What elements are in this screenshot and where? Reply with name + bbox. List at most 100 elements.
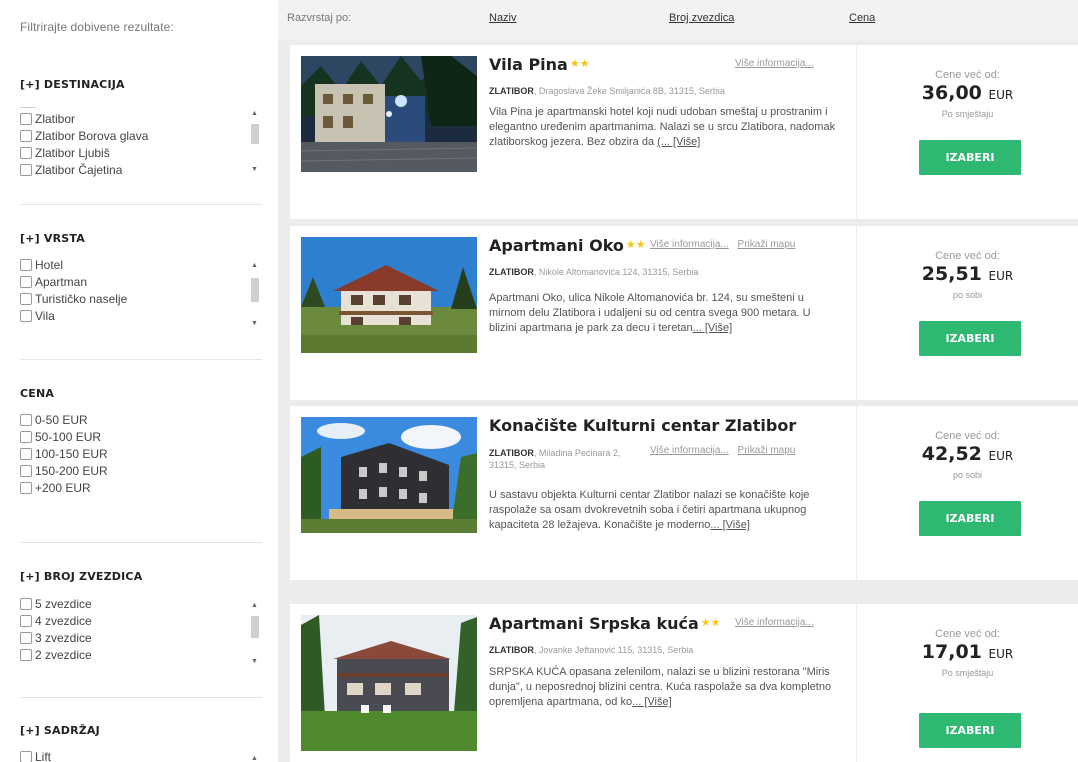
price-unit: Po smještaju bbox=[941, 109, 994, 119]
more-link[interactable]: (... [Više] bbox=[657, 136, 700, 148]
hotel-links: Više informacija... Prikaži mapu bbox=[650, 239, 795, 250]
filter-option[interactable]: 3 zvezdice bbox=[20, 629, 248, 646]
sort-by-stars-link[interactable]: Broj zvezdica bbox=[669, 12, 734, 24]
price-column: Cene već od: 17,01 EUR Po smještaju IZAB… bbox=[856, 604, 1078, 762]
more-info-link[interactable]: Više informacija... bbox=[735, 617, 814, 628]
more-link[interactable]: ... [Više] bbox=[693, 322, 733, 334]
price-column: Cene već od: 36,00 EUR Po smještaju IZAB… bbox=[856, 45, 1078, 219]
price-value: 17,01 EUR bbox=[921, 641, 1014, 663]
checkbox[interactable] bbox=[20, 275, 32, 288]
more-info-link[interactable]: Više informacija... bbox=[735, 58, 814, 69]
price-value: 42,52 EUR bbox=[921, 443, 1014, 465]
filter-heading-cena: CENA bbox=[20, 387, 55, 400]
sort-label: Razvrstaj po: bbox=[287, 12, 352, 24]
scroll-thumb[interactable] bbox=[251, 278, 259, 302]
scroll-up-icon[interactable]: ▲ bbox=[251, 262, 258, 270]
filter-option[interactable]: Zlatibor bbox=[20, 110, 248, 127]
hotel-name[interactable]: Vila Pina ★★ bbox=[489, 55, 590, 74]
filter-list-destinacija: Zlatibor Zlatibor Borova glava Zlatibor … bbox=[20, 102, 248, 178]
hotel-address: ZLATIBOR, Miladina Pećinara 2, 31315, Se… bbox=[489, 448, 621, 470]
more-info-link[interactable]: Više informacija... bbox=[650, 445, 729, 456]
checkbox[interactable] bbox=[20, 112, 32, 125]
hotel-name[interactable]: Apartmani Srpska kuća ★★ bbox=[489, 614, 721, 633]
checkbox[interactable] bbox=[20, 129, 32, 142]
checkbox[interactable] bbox=[20, 258, 32, 271]
scroll-up-icon[interactable]: ▲ bbox=[251, 755, 258, 762]
checkbox[interactable] bbox=[20, 614, 32, 627]
price-column: Cene već od: 25,51 EUR po sobi IZABERI bbox=[856, 226, 1078, 400]
hotel-photo[interactable] bbox=[301, 56, 477, 172]
filter-heading-vrsta[interactable]: [+] VRSTA bbox=[20, 232, 85, 245]
scroll-up-icon[interactable]: ▲ bbox=[251, 602, 258, 610]
filter-option[interactable]: Zlatibor Ljubiš bbox=[20, 144, 248, 161]
filter-option[interactable]: 150-200 EUR bbox=[20, 462, 248, 479]
filter-option[interactable]: Zlatibor Borova glava bbox=[20, 127, 248, 144]
star-rating-icon: ★★ bbox=[625, 238, 646, 251]
checkbox[interactable] bbox=[20, 750, 32, 762]
choose-button[interactable]: IZABERI bbox=[919, 713, 1021, 748]
hotel-photo[interactable] bbox=[301, 237, 477, 353]
scroll-thumb[interactable] bbox=[251, 616, 259, 638]
show-map-link[interactable]: Prikaži mapu bbox=[738, 445, 796, 456]
filter-option[interactable]: Turističko naselje bbox=[20, 290, 248, 307]
checkbox[interactable] bbox=[20, 597, 32, 610]
price-unit: po sobi bbox=[952, 470, 983, 480]
hotel-address: ZLATIBOR, Nikole Altomanovića 124, 31315… bbox=[489, 267, 699, 277]
filter-option[interactable]: Hotel bbox=[20, 256, 248, 273]
filter-scrollbar[interactable]: ▲ ▼ bbox=[248, 258, 262, 332]
checkbox[interactable] bbox=[20, 631, 32, 644]
hotel-links: Više informacija... Prikaži mapu bbox=[650, 445, 795, 456]
filter-option[interactable]: 100-150 EUR bbox=[20, 445, 248, 462]
scroll-up-icon[interactable]: ▲ bbox=[251, 110, 258, 118]
filter-heading-sadrzaj[interactable]: [+] SADRŽAJ bbox=[20, 724, 100, 737]
hotel-name[interactable]: Konačište Kulturni centar Zlatibor bbox=[489, 416, 796, 435]
checkbox[interactable] bbox=[20, 292, 32, 305]
more-link[interactable]: ... [Više] bbox=[632, 696, 672, 708]
filter-option[interactable]: 4 zvezdice bbox=[20, 612, 248, 629]
choose-button[interactable]: IZABERI bbox=[919, 321, 1021, 356]
hotel-name[interactable]: Apartmani Oko ★★ bbox=[489, 236, 646, 255]
checkbox[interactable] bbox=[20, 430, 32, 443]
filter-title: Filtrirajte dobivene rezultate: bbox=[20, 20, 174, 34]
filter-option[interactable]: 2 zvezdice bbox=[20, 646, 248, 663]
filter-option[interactable]: Apartman bbox=[20, 273, 248, 290]
choose-button[interactable]: IZABERI bbox=[919, 140, 1021, 175]
more-link[interactable]: ... [Više] bbox=[710, 519, 750, 531]
checkbox[interactable] bbox=[20, 648, 32, 661]
filter-scrollbar[interactable]: ▲ ▼ bbox=[248, 598, 262, 672]
checkbox[interactable] bbox=[20, 146, 32, 159]
scroll-down-icon[interactable]: ▼ bbox=[251, 320, 258, 328]
sort-by-price-link[interactable]: Cena bbox=[849, 12, 875, 24]
checkbox[interactable] bbox=[20, 309, 32, 322]
checkbox[interactable] bbox=[20, 464, 32, 477]
hotel-photo[interactable] bbox=[301, 615, 477, 751]
filter-option[interactable]: 50-100 EUR bbox=[20, 428, 248, 445]
checkbox[interactable] bbox=[20, 481, 32, 494]
checkbox[interactable] bbox=[20, 413, 32, 426]
filter-option[interactable]: Zlatibor Čajetina bbox=[20, 161, 248, 178]
filter-option[interactable]: +200 EUR bbox=[20, 479, 248, 496]
filter-heading-destinacija[interactable]: [+] DESTINACIJA bbox=[20, 78, 125, 91]
hotel-photo[interactable] bbox=[301, 417, 477, 533]
result-card: Konačište Kulturni centar Zlatibor Više … bbox=[290, 406, 1078, 580]
price-from-label: Cene već od: bbox=[935, 250, 1000, 262]
filter-scrollbar[interactable]: ▲ bbox=[248, 752, 262, 762]
more-info-link[interactable]: Više informacija... bbox=[650, 239, 729, 250]
filter-option[interactable]: Lift bbox=[20, 748, 248, 762]
sort-by-name-link[interactable]: Naziv bbox=[489, 12, 517, 24]
scroll-down-icon[interactable]: ▼ bbox=[251, 658, 258, 666]
choose-button[interactable]: IZABERI bbox=[919, 501, 1021, 536]
show-map-link[interactable]: Prikaži mapu bbox=[738, 239, 796, 250]
filter-option[interactable]: 5 zvezdice bbox=[20, 595, 248, 612]
checkbox[interactable] bbox=[20, 447, 32, 460]
checkbox[interactable] bbox=[20, 163, 32, 176]
sort-bar: Razvrstaj po: Naziv Broj zvezdica Cena bbox=[278, 0, 1078, 40]
scroll-thumb[interactable] bbox=[251, 124, 259, 144]
filter-heading-zvezdice[interactable]: [+] BROJ ZVEZDICA bbox=[20, 570, 142, 583]
filter-option[interactable]: 0-50 EUR bbox=[20, 411, 248, 428]
filter-option[interactable]: Vila bbox=[20, 307, 248, 324]
price-from-label: Cene već od: bbox=[935, 430, 1000, 442]
filter-scrollbar[interactable]: ▲ ▼ bbox=[248, 106, 262, 176]
scroll-down-icon[interactable]: ▼ bbox=[251, 166, 258, 174]
filter-list-cena: 0-50 EUR 50-100 EUR 100-150 EUR 150-200 … bbox=[20, 411, 248, 511]
